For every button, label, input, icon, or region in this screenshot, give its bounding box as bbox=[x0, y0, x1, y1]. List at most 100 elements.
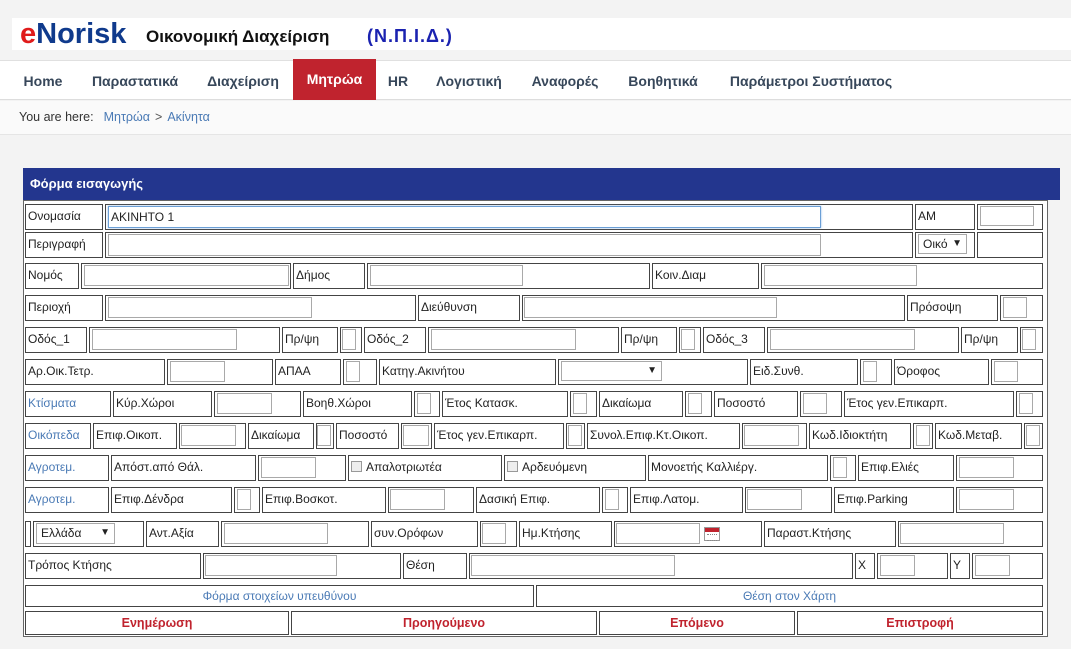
epif-oikop-label: Επιφ.Οικοπ. bbox=[93, 423, 177, 449]
tropos-ktisis-label: Τρόπος Κτήσης bbox=[25, 553, 201, 579]
pososto-1-input[interactable] bbox=[803, 393, 827, 414]
nomos-input[interactable] bbox=[84, 265, 289, 286]
perigrafi-label: Περιγραφή bbox=[25, 232, 103, 258]
im-ktisis-input[interactable] bbox=[616, 523, 700, 544]
synol-epif-input[interactable] bbox=[744, 425, 799, 446]
prosopsi-input[interactable] bbox=[1003, 297, 1027, 318]
epomeno-button[interactable]: Επόμενο bbox=[599, 611, 795, 635]
am-label: ΑΜ bbox=[915, 204, 975, 230]
koin-diam-input[interactable] bbox=[764, 265, 917, 286]
breadcrumb-label: You are here: bbox=[19, 110, 94, 124]
kyr-xoroi-input[interactable] bbox=[217, 393, 272, 414]
odos-2-input[interactable] bbox=[431, 329, 576, 350]
oikopeda-label: Οικόπεδα bbox=[25, 423, 91, 449]
dikaioma-2-input[interactable] bbox=[317, 425, 331, 446]
empty-cell bbox=[977, 232, 1043, 258]
enimerosi-button[interactable]: Ενημέρωση bbox=[25, 611, 289, 635]
perioxi-input[interactable] bbox=[108, 297, 312, 318]
epif-elies-input[interactable] bbox=[959, 457, 1014, 478]
etos-gen-epikarp-1-input[interactable] bbox=[1019, 393, 1033, 414]
odos-1-input[interactable] bbox=[92, 329, 237, 350]
nav-diaxeirisi[interactable]: Διαχείριση bbox=[197, 61, 289, 100]
nav-parastatika[interactable]: Παραστατικά bbox=[82, 61, 188, 100]
dimos-input[interactable] bbox=[370, 265, 523, 286]
nav-parametroi[interactable]: Παράμετροι Συστήματος bbox=[716, 61, 906, 100]
voith-xoroi-input[interactable] bbox=[417, 393, 431, 414]
epif-latom-label: Επιφ.Λατομ. bbox=[630, 487, 743, 513]
y-input[interactable] bbox=[975, 555, 1010, 576]
apost-thal-input[interactable] bbox=[261, 457, 316, 478]
tropos-ktisis-input[interactable] bbox=[205, 555, 337, 576]
pr-psi-3-input[interactable] bbox=[1022, 329, 1036, 350]
pososto-1-label: Ποσοστό bbox=[714, 391, 798, 417]
monoetis-input[interactable] bbox=[833, 457, 847, 478]
onomasia-input[interactable]: ΑΚΙΝΗΤΟ 1 bbox=[108, 206, 821, 228]
x-input[interactable] bbox=[880, 555, 915, 576]
am-input[interactable] bbox=[980, 206, 1034, 226]
country-select[interactable]: Ελλάδα ▼ bbox=[36, 523, 115, 544]
katig-akinitou-label: Κατηγ.Ακινήτου bbox=[379, 359, 556, 385]
epif-oikop-input[interactable] bbox=[181, 425, 236, 446]
eid-synth-input[interactable] bbox=[863, 361, 877, 382]
kod-idioktiti-input[interactable] bbox=[916, 425, 930, 446]
pososto-2-input[interactable] bbox=[403, 425, 429, 446]
breadcrumb-item-akinita[interactable]: Ακίνητα bbox=[167, 110, 210, 124]
kod-metav-label: Κωδ.Μεταβ. bbox=[935, 423, 1022, 449]
apaa-input[interactable] bbox=[346, 361, 360, 382]
monoetis-label: Μονοετής Καλλιέργ. bbox=[648, 455, 828, 481]
thesi-xarti-button[interactable]: Θέση στον Χάρτη bbox=[536, 585, 1043, 607]
eid-synth-label: Ειδ.Συνθ. bbox=[750, 359, 858, 385]
nav-logistiki[interactable]: Λογιστική bbox=[425, 61, 513, 100]
onomasia-label: Ονομασία bbox=[25, 204, 103, 230]
kod-metav-input[interactable] bbox=[1026, 425, 1040, 446]
agrotem-1-label: Αγροτεμ. bbox=[25, 455, 109, 481]
katig-akinitou-select[interactable]: ▼ bbox=[561, 361, 662, 381]
apalotriotea-checkbox[interactable] bbox=[351, 461, 362, 472]
pr-psi-3-label: Πρ/ψη bbox=[961, 327, 1018, 353]
ar-oik-tetr-input[interactable] bbox=[170, 361, 225, 382]
syn-orofon-input[interactable] bbox=[482, 523, 506, 544]
dasiki-epif-input[interactable] bbox=[605, 489, 619, 510]
ardevomeni-cell[interactable]: Αρδευόμενη bbox=[504, 455, 646, 481]
ant-axia-input[interactable] bbox=[224, 523, 328, 544]
nav-hr[interactable]: HR bbox=[380, 61, 416, 100]
ardevomeni-checkbox[interactable] bbox=[507, 461, 518, 472]
odos-3-input[interactable] bbox=[770, 329, 915, 350]
orofos-label: Όροφος bbox=[894, 359, 989, 385]
type-select[interactable]: Οικό ▼ bbox=[918, 234, 967, 254]
pr-psi-1-input[interactable] bbox=[342, 329, 356, 350]
nav-mitroa[interactable]: Μητρώα bbox=[293, 59, 376, 100]
thesi-input[interactable] bbox=[471, 555, 675, 576]
dieuthynsi-input[interactable] bbox=[524, 297, 777, 318]
etos-gen-epikarp-2-input[interactable] bbox=[568, 425, 582, 446]
epif-dendra-label: Επιφ.Δένδρα bbox=[111, 487, 232, 513]
pr-psi-2-input[interactable] bbox=[681, 329, 695, 350]
country-select-value: Ελλάδα bbox=[41, 526, 82, 540]
epistrofi-button[interactable]: Επιστροφή bbox=[797, 611, 1043, 635]
apalotriotea-cell[interactable]: Απαλοτριωτέα bbox=[348, 455, 502, 481]
nav-anafores[interactable]: Αναφορές bbox=[520, 61, 610, 100]
nav-home[interactable]: Home bbox=[12, 61, 74, 100]
epif-voskot-input[interactable] bbox=[390, 489, 445, 510]
epif-parking-input[interactable] bbox=[959, 489, 1014, 510]
odos-3-label: Οδός_3 bbox=[703, 327, 765, 353]
breadcrumb-item-mitroa[interactable]: Μητρώα bbox=[104, 110, 150, 124]
calendar-icon[interactable] bbox=[704, 527, 720, 541]
odos-1-label: Οδός_1 bbox=[25, 327, 87, 353]
parast-ktisis-input[interactable] bbox=[900, 523, 1004, 544]
logo-e: e bbox=[20, 18, 37, 50]
app-org-label: (Ν.Π.Ι.Δ.) bbox=[367, 26, 453, 46]
etos-katask-input[interactable] bbox=[573, 393, 587, 414]
perigrafi-input[interactable] bbox=[108, 234, 821, 256]
orofos-input[interactable] bbox=[994, 361, 1018, 382]
pr-psi-2-label: Πρ/ψη bbox=[621, 327, 677, 353]
epif-latom-input[interactable] bbox=[747, 489, 802, 510]
perioxi-label: Περιοχή bbox=[25, 295, 103, 321]
epif-dendra-input[interactable] bbox=[237, 489, 251, 510]
dikaioma-1-input[interactable] bbox=[688, 393, 702, 414]
nav-voithitika[interactable]: Βοηθητικά bbox=[617, 61, 709, 100]
entry-form: Ονομασία ΑΚΙΝΗΤΟ 1 ΑΜ Περιγραφή Οικό ▼ Νο… bbox=[23, 200, 1048, 637]
proigoumeno-button[interactable]: Προηγούμενο bbox=[291, 611, 597, 635]
app-logo[interactable]: eNorisk bbox=[20, 18, 126, 50]
form-ypeuthynou-button[interactable]: Φόρμα στοιχείων υπευθύνου bbox=[25, 585, 534, 607]
